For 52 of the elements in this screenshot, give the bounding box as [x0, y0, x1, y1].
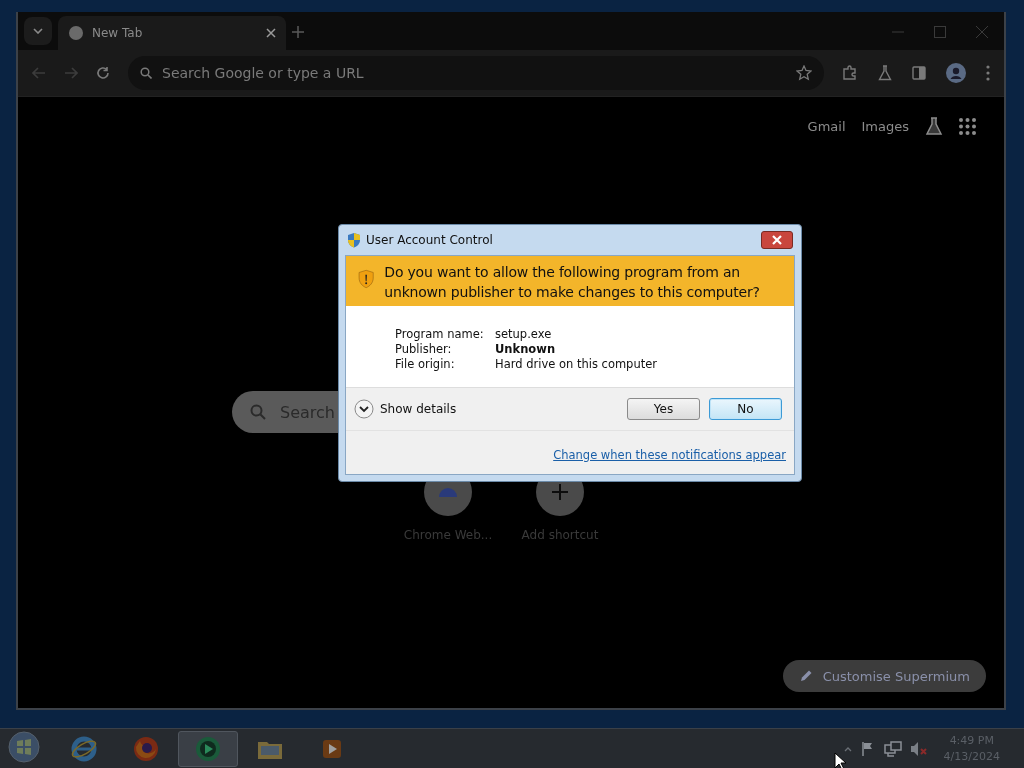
plus-icon[interactable] — [292, 26, 304, 38]
shortcut-label: Chrome Web... — [403, 528, 493, 542]
close-icon — [772, 235, 782, 245]
ntp-link[interactable]: Gmail — [807, 118, 846, 134]
reload-icon[interactable] — [96, 66, 110, 80]
search-icon — [140, 67, 152, 79]
dialog-question: Do you want to allow the following program from an unknown publisher to make changes to this computer? — [384, 263, 761, 302]
detail-label: File origin: — [395, 357, 456, 371]
dialog-button[interactable]: No — [709, 398, 782, 420]
detail-value: Unknown — [495, 342, 557, 356]
address-bar[interactable]: Search Google or type a URL — [128, 56, 824, 90]
network-icon[interactable] — [883, 740, 902, 757]
side-panel-icon[interactable] — [912, 66, 926, 80]
tab-title: New Tab — [92, 26, 144, 40]
shield-icon — [347, 232, 361, 248]
show-details-toggle[interactable]: Show details — [354, 399, 457, 419]
detail-value: setup.exe — [495, 327, 553, 341]
puzzle-icon[interactable] — [842, 65, 858, 81]
mouse-cursor-icon — [834, 752, 846, 768]
globe-icon — [68, 25, 84, 41]
start-orb-icon[interactable] — [8, 730, 40, 763]
chevron-circle-icon — [354, 399, 374, 419]
pencil-icon — [798, 669, 813, 683]
play-disc-icon — [194, 734, 222, 763]
apps-grid-icon[interactable] — [959, 117, 976, 135]
detail-label: Publisher: — [395, 342, 453, 356]
detail-value: Hard drive on this computer — [495, 357, 659, 371]
flask-icon[interactable] — [925, 117, 943, 135]
ntp-link[interactable]: Images — [861, 118, 909, 134]
plus-icon — [552, 484, 568, 500]
search-icon — [250, 404, 266, 420]
shortcut-label: Add shortcut — [521, 528, 599, 542]
flask-icon[interactable] — [878, 65, 892, 81]
browser-e-icon — [70, 734, 98, 763]
muted-speaker-icon[interactable] — [909, 740, 928, 757]
detail-label: Program name: — [395, 327, 485, 341]
settings-link[interactable]: Change when these notifications appear — [553, 448, 786, 462]
dialog-button[interactable]: Yes — [627, 398, 700, 420]
store-icon — [438, 486, 458, 498]
close-button[interactable] — [761, 231, 793, 249]
star-icon[interactable] — [796, 65, 812, 81]
dialog-title: User Account Control — [366, 233, 494, 247]
address-placeholder: Search Google or type a URL — [162, 65, 365, 81]
tab-search-button[interactable] — [24, 17, 52, 45]
browser-tab[interactable]: New Tab — [58, 16, 286, 50]
fox-globe-icon — [132, 734, 160, 763]
taskbar-button[interactable] — [178, 730, 238, 767]
profile-icon[interactable] — [946, 63, 966, 83]
customise-button[interactable]: Customise Supermium — [782, 660, 986, 692]
chevron-down-icon — [33, 28, 43, 34]
menu-icon[interactable] — [986, 65, 990, 81]
close-icon[interactable] — [266, 28, 276, 38]
